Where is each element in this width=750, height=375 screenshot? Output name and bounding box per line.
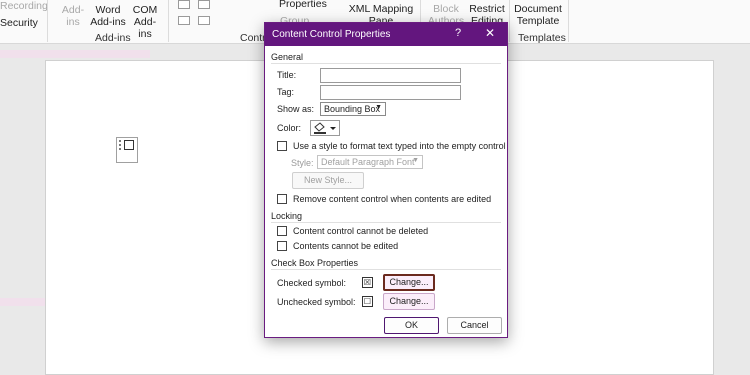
control-icon[interactable]: [178, 0, 190, 9]
xml-mapping-pane-button-line1[interactable]: XML Mapping: [348, 3, 414, 15]
new-style-label: New Style...: [303, 175, 352, 185]
cannot-delete-label: Content control cannot be deleted: [293, 226, 429, 236]
dialog-titlebar[interactable]: Content Control Properties ? ✕: [265, 23, 507, 46]
cancel-label: Cancel: [460, 320, 489, 330]
document-template-button-line2[interactable]: Template: [512, 15, 564, 27]
control-icon[interactable]: [198, 16, 210, 25]
new-style-button[interactable]: New Style...: [292, 172, 364, 189]
addins-button-line2[interactable]: ins: [60, 16, 86, 28]
drag-handle-icon[interactable]: [119, 140, 123, 150]
color-label: Color:: [277, 123, 302, 133]
word-addins-button-line1[interactable]: Word: [90, 4, 126, 16]
addins-button-line1[interactable]: Add-: [60, 4, 86, 16]
chevron-down-icon: ▼: [375, 104, 382, 111]
group-label-addins: Add-ins: [95, 32, 131, 44]
tag-input[interactable]: [320, 85, 461, 100]
section-locking: Locking: [271, 211, 303, 221]
cancel-button[interactable]: Cancel: [447, 317, 502, 334]
checked-symbol-icon: ☒: [362, 277, 373, 288]
checked-symbol-label: Checked symbol:: [277, 278, 347, 288]
ribbon-separator: [509, 0, 510, 42]
remove-control-checkbox[interactable]: [277, 194, 287, 204]
com-addins-button-line2[interactable]: Add-ins: [128, 16, 162, 40]
change-unchecked-symbol-button[interactable]: Change...: [383, 293, 435, 310]
divider: [271, 222, 501, 223]
style-label: Style:: [291, 158, 314, 168]
control-icon[interactable]: [198, 0, 210, 9]
use-style-checkbox[interactable]: [277, 141, 287, 151]
cannot-edit-checkbox[interactable]: [277, 241, 287, 251]
tag-label: Tag:: [277, 87, 295, 97]
group-label-templates: Templates: [518, 32, 566, 44]
divider: [271, 269, 501, 270]
divider: [271, 63, 501, 64]
change-checked-symbol-button[interactable]: Change...: [383, 274, 435, 291]
com-addins-button-line1[interactable]: COM: [128, 4, 162, 16]
chevron-down-icon: ▼: [412, 157, 419, 164]
security-button[interactable]: Security: [0, 17, 38, 29]
title-input[interactable]: [320, 68, 461, 83]
ok-button[interactable]: OK: [384, 317, 439, 334]
color-picker-button[interactable]: [310, 120, 340, 136]
block-authors-button-line1[interactable]: Block: [428, 3, 464, 15]
restrict-editing-button-line1[interactable]: Restrict: [468, 3, 506, 15]
control-icon[interactable]: [178, 16, 190, 25]
ghost-band: [0, 50, 150, 58]
section-general: General: [271, 52, 304, 62]
ribbon-separator: [568, 0, 569, 42]
dialog-title: Content Control Properties: [272, 29, 391, 40]
style-value: Default Paragraph Font: [321, 157, 415, 167]
show-as-label: Show as:: [277, 104, 315, 114]
recording-label[interactable]: Recording: [0, 0, 48, 12]
paint-bucket-icon: [314, 122, 336, 134]
content-control-properties-dialog: Content Control Properties ? ✕ General T…: [264, 22, 508, 338]
checkbox-content-control[interactable]: [116, 137, 138, 163]
show-as-value: Bounding Box: [324, 104, 381, 114]
remove-control-label: Remove content control when contents are…: [293, 194, 492, 204]
word-addins-button-line2[interactable]: Add-ins: [90, 16, 126, 28]
ok-label: OK: [404, 320, 418, 330]
checkbox-icon[interactable]: [124, 140, 134, 150]
change-label: Change...: [389, 296, 429, 306]
ribbon-separator: [168, 0, 169, 42]
close-icon[interactable]: ✕: [482, 26, 498, 40]
document-template-button-line1[interactable]: Document: [512, 3, 564, 15]
title-label: Title:: [277, 70, 297, 80]
ribbon-separator: [47, 0, 48, 42]
use-style-label: Use a style to format text typed into th…: [293, 141, 506, 151]
unchecked-symbol-label: Unchecked symbol:: [277, 297, 356, 307]
show-as-select[interactable]: Bounding Box ▼: [320, 102, 386, 116]
help-button[interactable]: ?: [451, 27, 465, 39]
change-label: Change...: [389, 277, 429, 287]
cannot-delete-checkbox[interactable]: [277, 226, 287, 236]
style-select[interactable]: Default Paragraph Font ▼: [317, 155, 423, 169]
properties-button[interactable]: Properties: [279, 0, 327, 10]
section-checkbox-properties: Check Box Properties: [271, 258, 359, 268]
unchecked-symbol-icon: ☐: [362, 296, 373, 307]
cannot-edit-label: Contents cannot be edited: [293, 241, 399, 251]
